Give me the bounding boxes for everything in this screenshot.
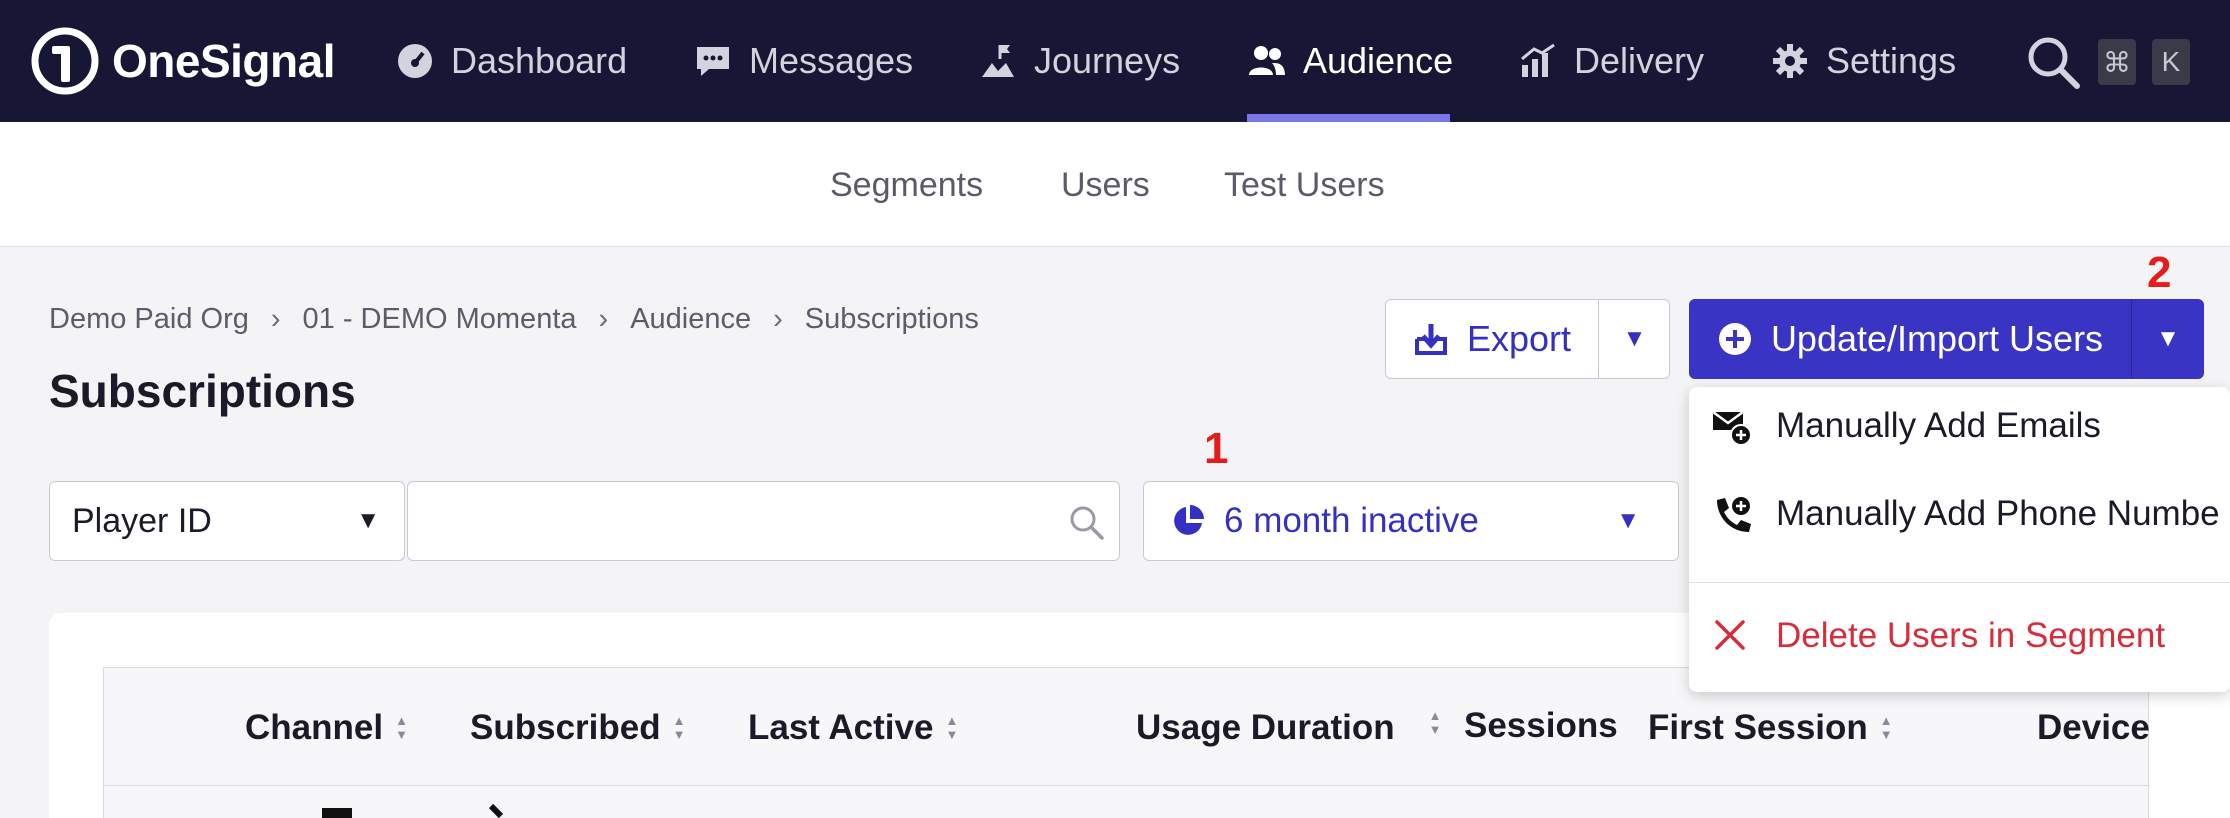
column-header-channel[interactable]: Channel ▲ ▼: [245, 708, 408, 748]
column-label: Device: [2037, 708, 2150, 747]
channel-cell-icon: [322, 808, 352, 818]
plus-circle-icon: [1718, 323, 1751, 355]
subscribed-cell-icon: [488, 803, 504, 818]
search-input[interactable]: [408, 482, 1048, 560]
users-icon: [1249, 46, 1285, 75]
nav-item-messages[interactable]: Messages: [693, 0, 913, 122]
breadcrumb-audience[interactable]: Audience: [630, 303, 751, 336]
annotation-2: 2: [2147, 248, 2172, 297]
column-header-sessions[interactable]: Sessions: [1464, 706, 1618, 746]
column-label: Sessions: [1464, 706, 1618, 745]
sort-icon: ▲ ▼: [1879, 713, 1893, 742]
page-title: Subscriptions: [49, 365, 356, 417]
update-import-dropdown-toggle[interactable]: ▼: [2131, 299, 2204, 379]
update-import-dropdown-menu: Manually Add Emails Manually Add Phone N…: [1689, 387, 2230, 692]
breadcrumb-org[interactable]: Demo Paid Org: [49, 303, 249, 336]
close-icon: [1715, 620, 1745, 650]
menu-item-label: Delete Users in Segment: [1776, 616, 2166, 655]
onesignal-logo[interactable]: OneSignal: [30, 25, 335, 97]
nav-label-settings: Settings: [1826, 40, 1957, 81]
menu-item-add-phone-numbers[interactable]: Manually Add Phone Numbe: [1689, 475, 2230, 555]
menu-item-label: Manually Add Phone Numbe: [1776, 494, 2220, 533]
email-plus-icon: [1712, 410, 1752, 446]
update-import-button[interactable]: Update/Import Users: [1689, 299, 2131, 379]
breadcrumb-separator: ›: [598, 303, 609, 335]
column-label: Usage Duration: [1136, 708, 1395, 747]
shortcut-key-k: K: [2152, 39, 2190, 85]
segment-select[interactable]: 6 month inactive ▼: [1143, 481, 1679, 561]
menu-item-delete-users[interactable]: Delete Users in Segment: [1689, 597, 2230, 677]
breadcrumb: Demo Paid Org › 01 - DEMO Momenta › Audi…: [49, 303, 979, 336]
onesignal-logo-icon: [31, 27, 99, 95]
nav-item-settings[interactable]: Settings: [1770, 0, 1956, 122]
subnav-segments[interactable]: Segments: [830, 166, 983, 205]
segment-select-value: 6 month inactive: [1224, 501, 1479, 540]
column-label: Last Active: [748, 708, 934, 747]
caret-down-icon: ▼: [356, 507, 380, 534]
breadcrumb-separator: ›: [773, 303, 783, 335]
active-tab-indicator: [1247, 114, 1450, 122]
column-header-device[interactable]: Device: [2037, 708, 2150, 748]
nav-label-messages: Messages: [749, 40, 914, 81]
nav-item-delivery[interactable]: Delivery: [1518, 0, 1704, 122]
column-header-usage-duration[interactable]: Usage Duration ▲ ▼: [1136, 708, 1442, 748]
download-icon: [1414, 324, 1447, 355]
search-box: [407, 481, 1120, 561]
column-header-first-session[interactable]: First Session ▲ ▼: [1648, 708, 1893, 748]
nav-label-dashboard: Dashboard: [451, 40, 628, 81]
subnav-test-users[interactable]: Test Users: [1224, 166, 1385, 205]
export-dropdown-toggle[interactable]: ▼: [1598, 300, 1670, 378]
app-name: OneSignal: [112, 35, 335, 87]
field-select[interactable]: Player ID ▼: [49, 481, 405, 561]
caret-down-icon: ▼: [2156, 325, 2180, 352]
nav-label-journeys: Journeys: [1034, 40, 1181, 81]
top-navbar: OneSignal Dashboard Messages Journeys Au…: [0, 0, 2230, 122]
sort-icon: ▲ ▼: [1428, 708, 1442, 737]
sort-icon: ▲ ▼: [672, 713, 686, 742]
export-label: Export: [1466, 318, 1572, 359]
annotation-1: 1: [1204, 424, 1229, 473]
audience-subnav: Segments Users Test Users: [0, 122, 2230, 247]
sort-icon: ▲ ▼: [945, 713, 959, 742]
pie-chart-icon: [1174, 505, 1204, 535]
field-select-value: Player ID: [72, 501, 212, 540]
shortcut-key-cmd: ⌘: [2098, 39, 2136, 85]
column-header-subscribed[interactable]: Subscribed ▲ ▼: [470, 708, 685, 748]
update-import-split-button: Update/Import Users ▼: [1689, 299, 2204, 379]
sort-icon: ▲ ▼: [395, 713, 408, 742]
column-label: Channel: [245, 708, 384, 747]
column-header-last-active[interactable]: Last Active ▲ ▼: [748, 708, 958, 748]
column-label: Subscribed: [470, 708, 661, 747]
search-icon[interactable]: [1067, 503, 1105, 541]
menu-divider: [1689, 582, 2230, 583]
breadcrumb-app[interactable]: 01 - DEMO Momenta: [303, 303, 577, 336]
menu-item-label: Manually Add Emails: [1776, 406, 2101, 445]
nav-item-journeys[interactable]: Journeys: [978, 0, 1180, 122]
journey-icon: [982, 45, 1014, 77]
gauge-icon: [398, 44, 432, 78]
nav-label-delivery: Delivery: [1574, 40, 1705, 81]
export-split-button: Export ▼: [1385, 299, 1670, 379]
caret-down-icon: ▼: [1616, 507, 1640, 534]
chat-icon: [697, 47, 729, 76]
nav-item-dashboard[interactable]: Dashboard: [395, 0, 627, 122]
phone-plus-icon: [1717, 497, 1751, 532]
caret-down-icon: ▼: [1622, 325, 1647, 352]
update-import-label: Update/Import Users: [1770, 318, 2104, 359]
gear-icon: [1773, 44, 1807, 78]
breadcrumb-separator: ›: [270, 303, 281, 335]
search-icon[interactable]: [2024, 33, 2082, 91]
column-label: First Session: [1648, 708, 1868, 747]
subnav-users[interactable]: Users: [1061, 166, 1150, 205]
breadcrumb-current: Subscriptions: [804, 303, 979, 335]
nav-item-audience[interactable]: Audience: [1247, 0, 1453, 122]
nav-label-audience: Audience: [1303, 40, 1454, 81]
chart-icon: [1521, 43, 1555, 77]
menu-item-add-emails[interactable]: Manually Add Emails: [1689, 387, 2230, 467]
export-button[interactable]: Export: [1386, 300, 1598, 378]
